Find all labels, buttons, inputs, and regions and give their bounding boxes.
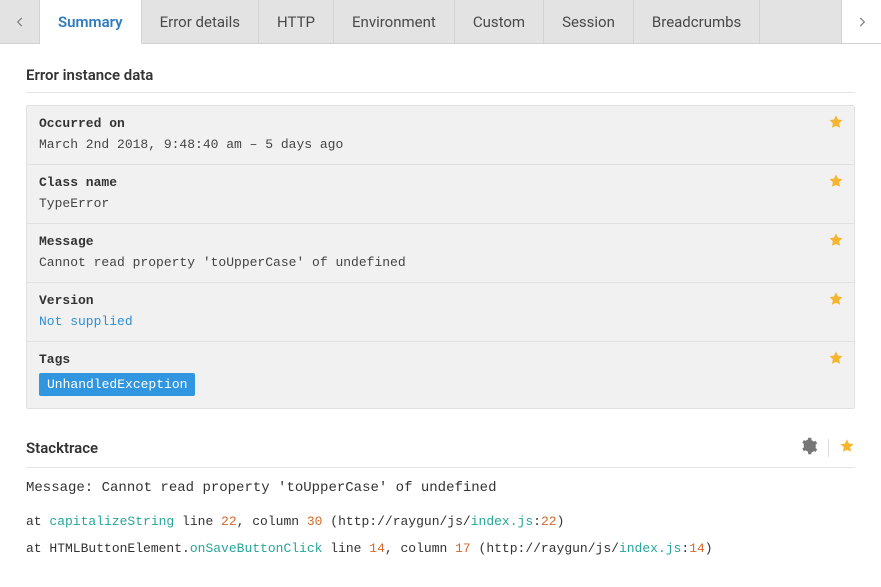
instance-data-block: Occurred on March 2nd 2018, 9:48:40 am –…	[26, 105, 855, 409]
row-value: UnhandledException	[39, 373, 842, 396]
star-toggle[interactable]	[828, 173, 844, 193]
stacktrace-frame: at HTMLButtonElement.onSaveButtonClick l…	[26, 541, 855, 556]
frame-line: 22	[221, 514, 237, 529]
tab-scroll-right[interactable]	[841, 0, 881, 43]
row-label: Version	[39, 293, 842, 308]
frame-text: (http://raygun/js/	[471, 541, 619, 556]
stacktrace-settings[interactable]	[800, 437, 818, 459]
star-icon	[839, 438, 855, 454]
content-area: Error instance data Occurred on March 2n…	[0, 44, 881, 556]
row-message: Message Cannot read property 'toUpperCas…	[27, 224, 854, 283]
row-label: Tags	[39, 352, 842, 367]
row-value: March 2nd 2018, 9:48:40 am – 5 days ago	[39, 137, 842, 152]
star-toggle[interactable]	[828, 350, 844, 370]
chevron-right-icon	[855, 15, 869, 29]
divider	[828, 439, 829, 457]
section-title-stacktrace: Stacktrace	[26, 437, 855, 468]
chevron-left-icon	[13, 15, 27, 29]
row-value: Cannot read property 'toUpperCase' of un…	[39, 255, 842, 270]
tab-label: Custom	[473, 13, 525, 31]
frame-at: at	[26, 541, 49, 556]
stacktrace-message: Message: Cannot read property 'toUpperCa…	[26, 480, 855, 496]
stacktrace-star[interactable]	[839, 438, 855, 458]
tab-environment[interactable]: Environment	[334, 0, 455, 43]
section-title-text: Stacktrace	[26, 439, 98, 457]
frame-col: 17	[455, 541, 471, 556]
tab-breadcrumbs[interactable]: Breadcrumbs	[634, 0, 760, 43]
star-toggle[interactable]	[828, 232, 844, 252]
row-value: TypeError	[39, 196, 842, 211]
stacktrace-message-prefix: Message:	[26, 480, 102, 496]
section-title-text: Error instance data	[26, 66, 153, 84]
star-icon	[828, 173, 844, 189]
tab-summary[interactable]: Summary	[40, 0, 142, 44]
row-occurred-on: Occurred on March 2nd 2018, 9:48:40 am –…	[27, 106, 854, 165]
section-title-instance: Error instance data	[26, 66, 855, 93]
row-value-link[interactable]: Not supplied	[39, 314, 842, 329]
tab-scroll-left[interactable]	[0, 0, 40, 43]
tab-label: Summary	[58, 13, 123, 31]
frame-line: 14	[369, 541, 385, 556]
frame-at: at	[26, 514, 49, 529]
frame-func: onSaveButtonClick	[190, 541, 323, 556]
row-label: Occurred on	[39, 116, 842, 131]
frame-text: :	[533, 514, 541, 529]
tab-label: Error details	[160, 13, 240, 31]
frame-fileline: 22	[541, 514, 557, 529]
frame-text: HTMLButtonElement.	[49, 541, 189, 556]
star-icon	[828, 232, 844, 248]
frame-file: index.js	[619, 541, 681, 556]
frame-text: (http://raygun/js/	[322, 514, 470, 529]
star-toggle[interactable]	[828, 114, 844, 134]
tab-label: Session	[562, 13, 615, 31]
star-toggle[interactable]	[828, 291, 844, 311]
row-version: Version Not supplied	[27, 283, 854, 342]
star-icon	[828, 114, 844, 130]
frame-func: capitalizeString	[49, 514, 174, 529]
tab-error-details[interactable]: Error details	[142, 0, 259, 43]
star-icon	[828, 350, 844, 366]
frame-fileline: 14	[689, 541, 705, 556]
tab-session[interactable]: Session	[544, 0, 634, 43]
frame-text: )	[705, 541, 713, 556]
row-class-name: Class name TypeError	[27, 165, 854, 224]
frame-col: 30	[307, 514, 323, 529]
tab-label: Breadcrumbs	[652, 13, 741, 31]
frame-text: )	[557, 514, 565, 529]
tab-bar: Summary Error details HTTP Environment C…	[0, 0, 881, 44]
tab-custom[interactable]: Custom	[455, 0, 544, 43]
frame-file: index.js	[471, 514, 533, 529]
tab-label: Environment	[352, 13, 436, 31]
row-tags: Tags UnhandledException	[27, 342, 854, 408]
frame-text: , column	[237, 514, 307, 529]
star-icon	[828, 291, 844, 307]
tag-chip[interactable]: UnhandledException	[39, 373, 195, 396]
stacktrace-message-text: Cannot read property 'toUpperCase' of un…	[102, 480, 497, 496]
frame-text: line	[322, 541, 369, 556]
frame-text: line	[174, 514, 221, 529]
tab-label: HTTP	[277, 13, 315, 31]
row-label: Message	[39, 234, 842, 249]
gear-icon	[800, 437, 818, 455]
stacktrace-frame: at capitalizeString line 22, column 30 (…	[26, 514, 855, 529]
frame-text: , column	[385, 541, 455, 556]
tab-http[interactable]: HTTP	[259, 0, 334, 43]
row-label: Class name	[39, 175, 842, 190]
